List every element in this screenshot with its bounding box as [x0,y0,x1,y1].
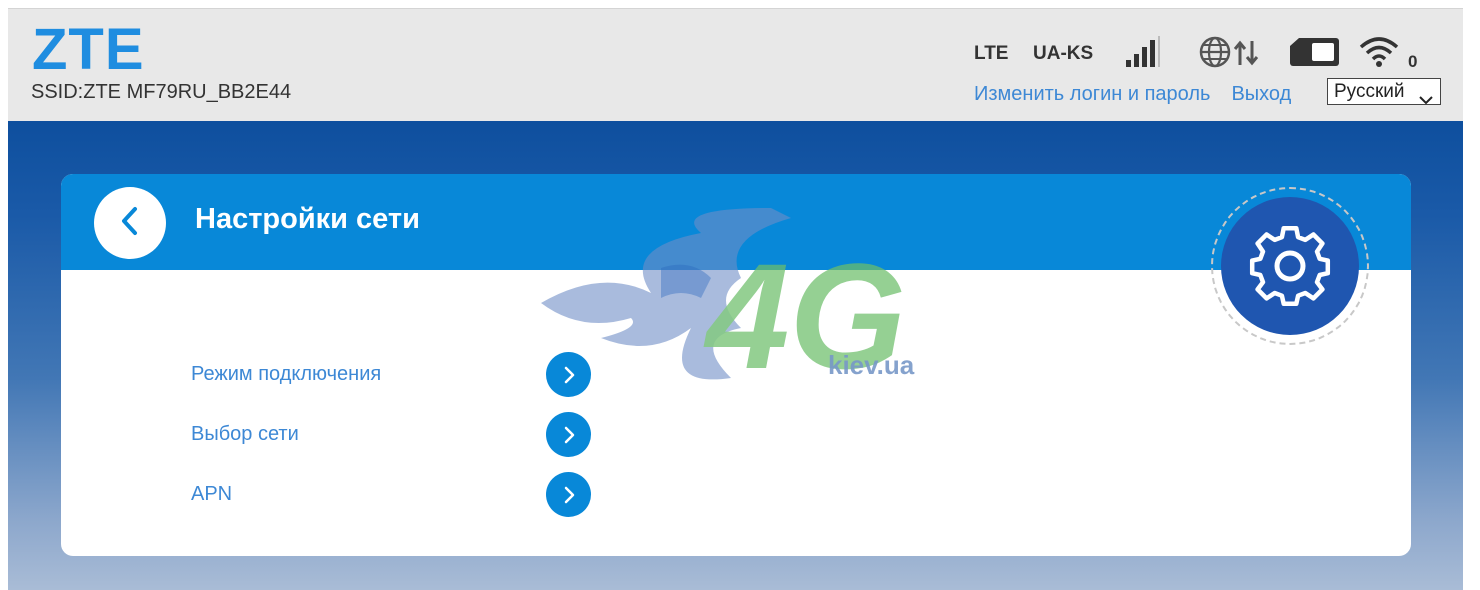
ssid-label: SSID:ZTE MF79RU_BB2E44 [31,81,292,103]
globe-icon [1199,36,1233,73]
menu-item-label[interactable]: Выбор сети [191,423,546,446]
menu-item-label[interactable]: Режим подключения [191,363,546,386]
settings-card: Настройки сети Режим подключения Выбор с… [61,174,1411,556]
language-select[interactable]: Русский [1327,78,1441,105]
battery-icon [1287,36,1359,73]
wifi-client-count: 0 [1408,52,1418,71]
browser-frame: ZTE SSID:ZTE MF79RU_BB2E44 LTE UA-KS 0 И… [8,8,1463,590]
menu-item-label[interactable]: APN [191,483,546,506]
chevron-right-icon [564,426,574,443]
network-type: LTE [974,43,1009,64]
chevron-right-button[interactable] [546,472,591,517]
gear-badge [1221,197,1359,335]
watermark-domain: kiev.ua [828,350,915,380]
status-bar: LTE UA-KS [974,35,1405,69]
chevron-right-button[interactable] [546,412,591,457]
main-area: Настройки сети Режим подключения Выбор с… [8,121,1463,590]
wifi-icon [1359,36,1405,73]
back-button[interactable] [94,187,166,259]
signal-bars-icon [1125,35,1199,73]
page-title: Настройки сети [195,203,420,235]
change-login-link[interactable]: Изменить логин и пароль [974,83,1210,106]
zte-logo: ZTE [32,17,145,82]
menu-item-apn[interactable]: APN [191,472,611,517]
gear-icon [1249,225,1331,307]
top-header: ZTE SSID:ZTE MF79RU_BB2E44 LTE UA-KS 0 И… [8,8,1463,121]
chevron-right-icon [564,486,574,503]
menu-item-network-selection[interactable]: Выбор сети [191,412,611,457]
logout-link[interactable]: Выход [1231,83,1291,106]
menu-item-connection-mode[interactable]: Режим подключения [191,352,611,397]
account-links: Изменить логин и пароль Выход [974,79,1291,109]
chevron-left-icon [118,206,142,241]
card-header: Настройки сети [61,174,1411,270]
chevron-right-icon [564,366,574,383]
language-selected: Русский [1334,81,1405,102]
chevron-right-button[interactable] [546,352,591,397]
operator-name: UA-KS [1033,43,1094,64]
up-down-arrows-icon [1233,36,1287,73]
chevron-down-icon [1419,87,1433,112]
